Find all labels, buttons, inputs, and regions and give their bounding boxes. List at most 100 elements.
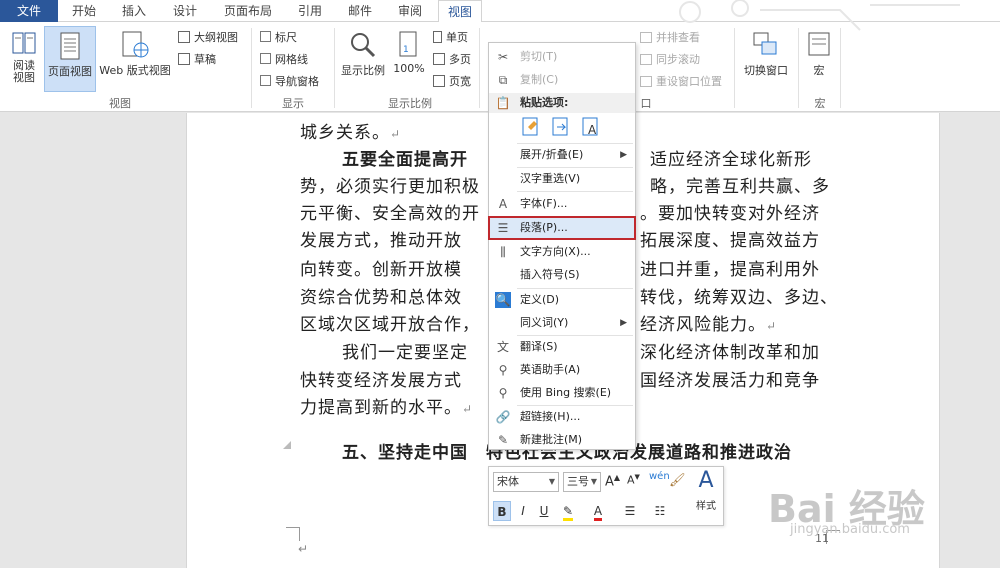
doc-line[interactable]: 势，必须实行更加积极	[300, 172, 480, 197]
svg-text:A: A	[588, 123, 597, 137]
menu-item-reconvert[interactable]: 汉字重选(V)	[489, 168, 635, 190]
multi-page-button[interactable]: 多页	[433, 50, 471, 70]
doc-line[interactable]: 我们一定要坚定	[342, 338, 468, 363]
font-name-combo[interactable]: 宋体 ▼	[493, 472, 559, 492]
tab-review[interactable]: 审阅	[388, 0, 432, 22]
menu-label: 粘贴选项:	[520, 96, 569, 109]
reset-window-icon	[640, 76, 652, 87]
menu-item-synonyms[interactable]: 同义词(Y) ▶	[489, 312, 635, 334]
doc-line[interactable]: 略，完善互利共赢、多	[650, 172, 830, 197]
zoom-100-icon: 1	[399, 31, 417, 57]
svg-text:1: 1	[403, 45, 409, 55]
doc-line[interactable]: 进口并重，提高利用外	[640, 255, 820, 280]
paste-keep-format-icon[interactable]	[519, 115, 541, 137]
doc-heading[interactable]: 五、坚持走中国	[342, 438, 468, 463]
doc-line[interactable]: 力提高到新的水平。↵	[300, 393, 473, 418]
doc-text: 快转变经济发展方式	[300, 371, 462, 391]
paste-text-only-icon[interactable]: A	[579, 115, 601, 137]
outline-label: 大纲视图	[194, 31, 238, 44]
outline-view-button[interactable]: 大纲视图	[178, 28, 238, 48]
doc-text: 五、坚持走中国	[342, 443, 468, 463]
tab-view[interactable]: 视图	[438, 0, 482, 23]
tab-file[interactable]: 文件	[0, 0, 58, 22]
phonetic-guide-icon[interactable]: wén	[649, 471, 670, 482]
views-group-label: 视图	[109, 97, 131, 110]
page-view-button[interactable]: 页面视图	[44, 26, 96, 92]
context-menu: ✂ 剪切(T) ⧉ 复制(C) 📋 粘贴选项: A 展开/折叠(E) ▶ 汉字重选(V)…	[488, 42, 636, 450]
tab-references[interactable]: 引用	[288, 0, 332, 22]
ruler-checkbox[interactable]: 标尺	[260, 28, 297, 48]
one-page-label: 单页	[446, 31, 468, 44]
tab-design[interactable]: 设计	[163, 0, 207, 22]
menu-item-cut[interactable]: ✂ 剪切(T)	[489, 46, 635, 68]
web-layout-button[interactable]: Web 版式视图	[97, 26, 173, 92]
doc-line[interactable]: 转伐，统筹双边、多边、	[640, 283, 838, 308]
underline-button[interactable]: U	[535, 501, 553, 521]
gridlines-checkbox[interactable]: 网格线	[260, 50, 308, 70]
doc-line[interactable]: 五要全面提高开	[342, 145, 468, 170]
draft-view-button[interactable]: 草稿	[178, 50, 216, 70]
doc-line[interactable]: 区域次区域开放合作，	[300, 310, 480, 335]
menu-item-bing-search[interactable]: ⚲ 使用 Bing 搜索(E)	[489, 382, 635, 404]
doc-line[interactable]: 经济风险能力。↵	[640, 310, 777, 335]
paragraph-mark: ↵	[766, 319, 778, 333]
menu-item-english-assistant[interactable]: ⚲ 英语助手(A)	[489, 359, 635, 381]
bold-button[interactable]: B	[493, 501, 511, 521]
tab-home[interactable]: 开始	[62, 0, 106, 22]
nav-pane-checkbox[interactable]: 导航窗格	[260, 72, 319, 92]
sync-scroll-icon	[640, 54, 652, 65]
doc-line[interactable]: 元平衡、安全高效的开	[300, 199, 480, 224]
highlight-button[interactable]: ✎	[555, 501, 581, 521]
nav-pane-checkbox-box[interactable]	[260, 75, 271, 86]
font-name-value: 宋体	[497, 475, 519, 488]
format-painter-icon[interactable]: 🖌	[669, 473, 686, 488]
gridlines-checkbox-box[interactable]	[260, 53, 271, 64]
macros-group-label: 宏	[814, 97, 826, 110]
font-color-button[interactable]: A	[585, 501, 611, 521]
zoom-button[interactable]: 显示比例	[338, 26, 388, 92]
reading-view-button[interactable]: 阅读 视图	[6, 26, 42, 92]
collapse-triangle-icon[interactable]	[282, 440, 292, 450]
menu-item-hyperlink[interactable]: 🔗 超链接(H)...	[489, 406, 635, 428]
grow-font-icon[interactable]: A▲	[605, 473, 620, 489]
doc-line[interactable]: 国经济发展活力和竞争	[640, 366, 820, 391]
italic-button[interactable]: I	[514, 501, 532, 521]
bullets-button[interactable]: ☰	[617, 501, 643, 521]
menu-item-define[interactable]: 🔍 定义(D)	[489, 289, 635, 311]
sync-scroll-button[interactable]: 同步滚动	[640, 50, 700, 70]
doc-line[interactable]: 城乡关系。↵	[300, 118, 401, 143]
doc-line[interactable]: 发展方式，推动开放	[300, 226, 462, 251]
doc-line[interactable]: 向转变。创新开放模	[300, 255, 462, 280]
menu-item-insert-symbol[interactable]: 插入符号(S)	[489, 264, 635, 286]
styles-button[interactable]: A 样式	[691, 469, 721, 521]
paste-merge-format-icon[interactable]	[549, 115, 571, 137]
tab-mailings[interactable]: 邮件	[338, 0, 382, 22]
zoom-100-button[interactable]: 1 100%	[391, 26, 427, 92]
doc-line[interactable]: 拓展深度、提高效益方	[640, 226, 820, 251]
menu-item-expand-collapse[interactable]: 展开/折叠(E) ▶	[489, 144, 635, 166]
menu-item-font[interactable]: A 字体(F)...	[489, 193, 635, 215]
font-size-combo[interactable]: 三号 ▼	[563, 472, 601, 492]
tab-page-layout[interactable]: 页面布局	[216, 0, 280, 22]
menu-item-copy[interactable]: ⧉ 复制(C)	[489, 69, 635, 91]
reading-view-icon	[12, 32, 36, 54]
ruler-checkbox-box[interactable]	[260, 31, 271, 42]
reset-window-button[interactable]: 重设窗口位置	[640, 72, 722, 92]
menu-item-new-comment[interactable]: ✎ 新建批注(M)	[489, 429, 635, 451]
doc-line[interactable]: 资综合优势和总体效	[300, 283, 462, 308]
paragraph-mark: ↵	[298, 542, 309, 556]
doc-line[interactable]: 深化经济体制改革和加	[640, 338, 820, 363]
page-width-button[interactable]: 页宽	[433, 72, 471, 92]
doc-line[interactable]: 适应经济全球化新形	[650, 145, 812, 170]
doc-text: 进口并重，提高利用外	[640, 260, 820, 280]
doc-line[interactable]: 。要加快转变对外经济	[640, 199, 820, 224]
numbering-button[interactable]: ☷	[647, 501, 673, 521]
menu-item-translate[interactable]: 文翻译(S)	[489, 336, 635, 358]
menu-item-paragraph[interactable]: ☰ 段落(P)...	[488, 216, 636, 240]
paste-options-header: 📋 粘贴选项:	[489, 93, 635, 113]
shrink-font-icon[interactable]: A▼	[627, 473, 640, 487]
tab-insert[interactable]: 插入	[112, 0, 156, 22]
one-page-button[interactable]: 单页	[433, 28, 468, 48]
menu-item-text-direction[interactable]: ⫼ 文字方向(X)...	[489, 241, 635, 263]
doc-line[interactable]: 快转变经济发展方式	[300, 366, 462, 391]
